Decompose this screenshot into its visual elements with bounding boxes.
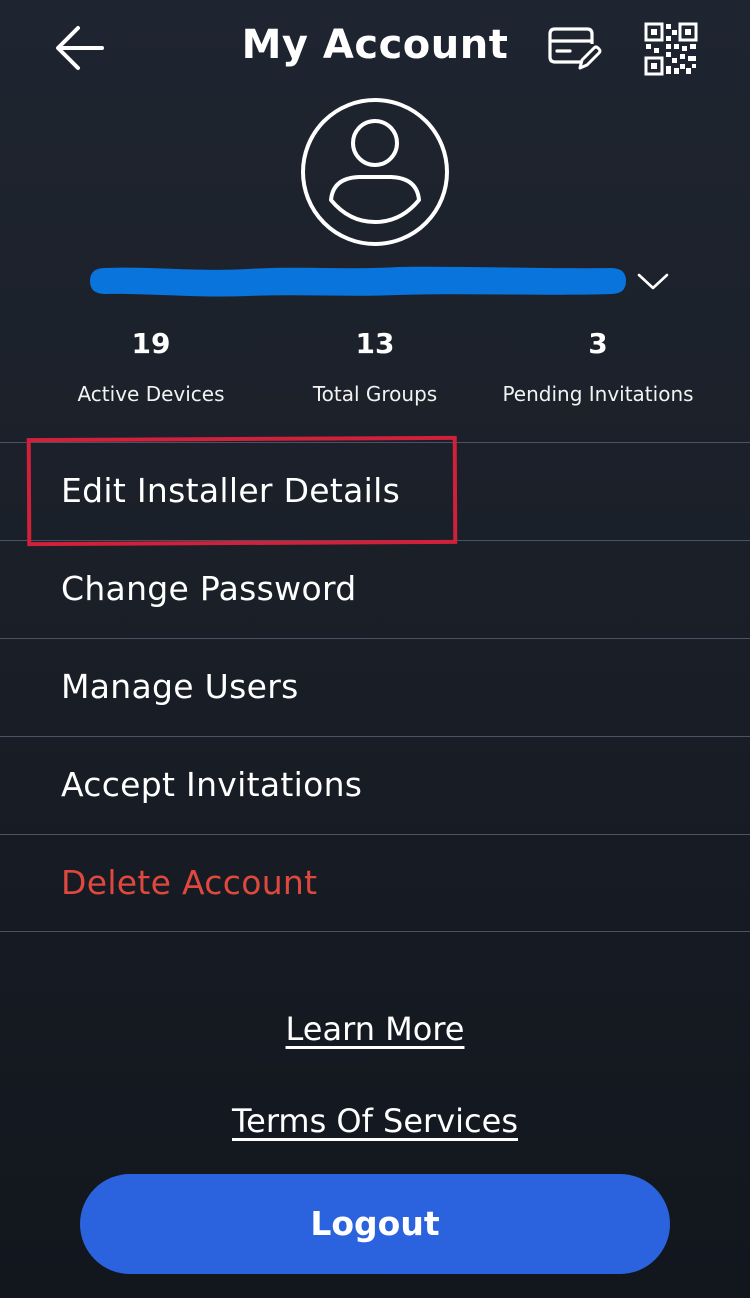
account-name-selector[interactable]: [88, 258, 678, 306]
profile-avatar: [299, 96, 451, 248]
terms-of-services-link[interactable]: Terms Of Services: [0, 1102, 750, 1140]
menu-item-accept-invitations[interactable]: Accept Invitations: [0, 736, 750, 834]
menu-item-change-password[interactable]: Change Password: [0, 540, 750, 638]
card-edit-button[interactable]: [546, 24, 602, 74]
stat-label: Active Devices: [77, 382, 225, 406]
stat-active-devices: 19 Active Devices: [31, 322, 271, 406]
user-avatar-icon: [301, 98, 449, 246]
stat-label: Total Groups: [312, 382, 438, 406]
highlight-annotation: [26, 435, 458, 547]
page-title: My Account: [241, 22, 509, 68]
stat-total-groups: 13 Total Groups: [255, 322, 495, 406]
redacted-name: [90, 266, 626, 297]
stat-label: Pending Invitations: [502, 382, 694, 406]
learn-more-link[interactable]: Learn More: [0, 1010, 750, 1048]
stat-pending-invitations: 3 Pending Invitations: [478, 322, 718, 406]
app-header: My Account: [0, 0, 750, 100]
menu-item-delete-account[interactable]: Delete Account: [0, 834, 750, 932]
qr-code-button[interactable]: [644, 22, 698, 76]
stat-value: 19: [131, 327, 171, 360]
card-edit-icon: [548, 27, 602, 70]
qr-code-icon: [644, 22, 698, 76]
chevron-down-icon: [637, 273, 669, 290]
menu-item-manage-users[interactable]: Manage Users: [0, 638, 750, 736]
stat-value: 13: [355, 327, 395, 360]
logout-button[interactable]: Logout: [80, 1174, 670, 1274]
account-stats: 19 Active Devices 13 Total Groups 3 Pend…: [0, 322, 750, 432]
stat-value: 3: [588, 327, 608, 360]
